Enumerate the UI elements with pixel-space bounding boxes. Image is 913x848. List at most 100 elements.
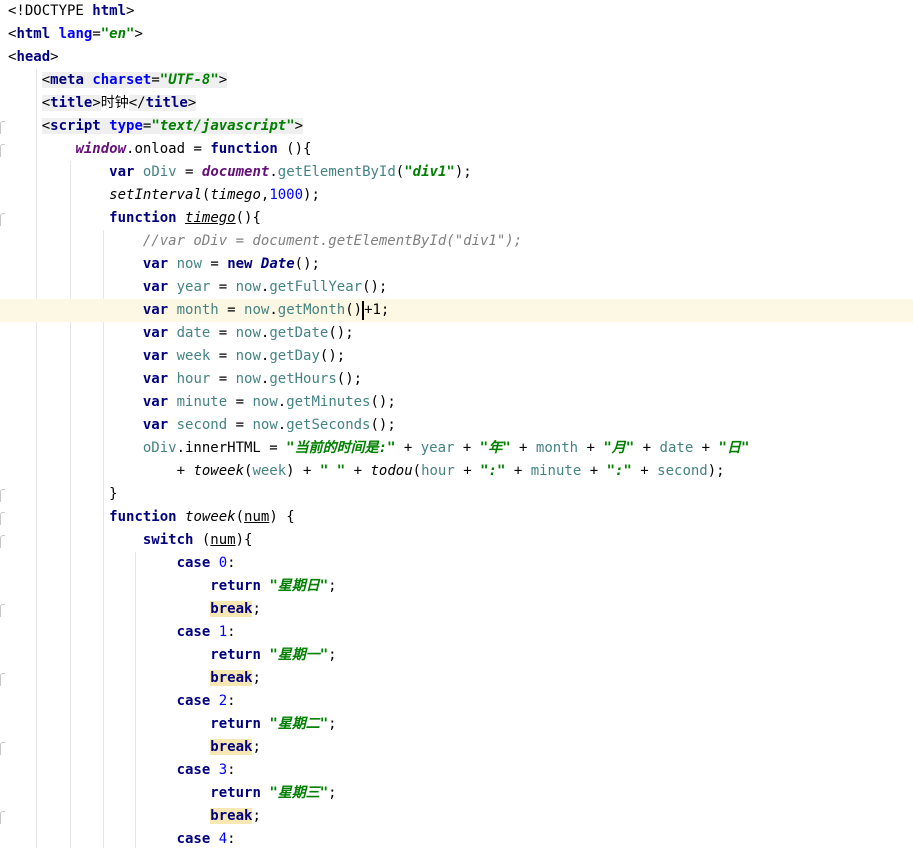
code-token: case xyxy=(176,762,211,778)
code-line[interactable]: return "星期三"; xyxy=(0,782,913,805)
code-token: var xyxy=(142,348,169,364)
code-line[interactable]: var minute = now.getMinutes(); xyxy=(0,391,913,414)
code-text: + toweek(week) + " " + todou(hour + ":" … xyxy=(8,460,725,483)
code-token: html xyxy=(16,26,51,42)
code-token: getHours xyxy=(269,371,337,387)
code-token: type xyxy=(109,118,143,134)
code-text: var week = now.getDay(); xyxy=(8,345,345,368)
code-line[interactable]: oDiv.innerHTML = "当前的时间是:" + year + "年" … xyxy=(0,437,913,460)
fold-marker-icon[interactable] xyxy=(0,489,5,502)
fold-marker-icon[interactable] xyxy=(0,811,5,824)
code-token: oDiv xyxy=(142,164,177,180)
code-line[interactable]: <meta charset="UTF-8"> xyxy=(0,69,913,92)
code-line[interactable]: <html lang="en"> xyxy=(0,23,913,46)
fold-marker-icon[interactable] xyxy=(0,604,5,617)
code-token: 时钟 xyxy=(100,95,129,111)
code-line[interactable]: var second = now.getSeconds(); xyxy=(0,414,913,437)
code-token: title xyxy=(50,95,93,111)
code-line[interactable]: switch (num){ xyxy=(0,529,913,552)
code-token: todou xyxy=(370,463,413,479)
code-text: var date = now.getDate(); xyxy=(8,322,354,345)
code-text: //var oDiv = document.getElementById("di… xyxy=(8,230,522,253)
code-line[interactable]: var hour = now.getHours(); xyxy=(0,368,913,391)
code-line[interactable]: + toweek(week) + " " + todou(hour + ":" … xyxy=(0,460,913,483)
code-token: ); xyxy=(707,463,725,479)
code-text: var minute = now.getMinutes(); xyxy=(8,391,396,414)
code-line[interactable]: <title>时钟</title> xyxy=(0,92,913,115)
code-line[interactable]: function timego(){ xyxy=(0,207,913,230)
code-line[interactable]: <script type="text/javascript"> xyxy=(0,115,913,138)
code-line[interactable]: function toweek(num) { xyxy=(0,506,913,529)
code-token: ); xyxy=(303,187,320,203)
fold-marker-icon[interactable] xyxy=(0,121,5,134)
code-line[interactable]: } xyxy=(0,483,913,506)
code-token: . xyxy=(277,417,287,433)
fold-marker-icon[interactable] xyxy=(0,673,5,686)
code-token: (); xyxy=(319,348,346,364)
code-line[interactable]: return "星期日"; xyxy=(0,575,913,598)
code-line[interactable]: <head> xyxy=(0,46,913,69)
code-editor[interactable]: <!DOCTYPE html> <html lang="en"> <head> <m… xyxy=(0,0,913,848)
code-line[interactable]: case 0: xyxy=(0,552,913,575)
code-line[interactable]: break; xyxy=(0,736,913,759)
code-line[interactable]: break; xyxy=(0,805,913,828)
code-token: = xyxy=(227,417,253,433)
code-line[interactable]: var year = now.getFullYear(); xyxy=(0,276,913,299)
code-text: case 3: xyxy=(8,759,236,782)
code-line[interactable]: break; xyxy=(0,598,913,621)
code-token: + xyxy=(454,463,481,479)
code-token: "div1" xyxy=(404,164,455,180)
code-token: setInterval xyxy=(109,187,202,203)
code-line[interactable]: case 3: xyxy=(0,759,913,782)
code-line[interactable]: //var oDiv = document.getElementById("di… xyxy=(0,230,913,253)
code-token: function xyxy=(109,210,177,226)
code-line[interactable]: var oDiv = document.getElementById("div1… xyxy=(0,161,913,184)
fold-marker-icon[interactable] xyxy=(0,512,5,525)
code-token: toweek xyxy=(193,463,245,479)
fold-marker-icon[interactable] xyxy=(0,213,5,226)
code-line[interactable]: case 4: xyxy=(0,828,913,848)
code-line[interactable]: case 2: xyxy=(0,690,913,713)
code-token: meta xyxy=(50,72,84,88)
code-line[interactable]: return "星期一"; xyxy=(0,644,913,667)
code-text: <html lang="en"> xyxy=(8,23,143,46)
code-token: ; xyxy=(328,647,337,663)
code-token: = xyxy=(210,279,236,295)
code-line[interactable]: setInterval(timego,1000); xyxy=(0,184,913,207)
code-token: > xyxy=(187,95,197,111)
code-token: ; xyxy=(252,808,261,824)
code-token: ; xyxy=(252,739,261,755)
fold-marker-icon[interactable] xyxy=(0,535,5,548)
code-line[interactable]: var week = now.getDay(); xyxy=(0,345,913,368)
code-line[interactable]: case 1: xyxy=(0,621,913,644)
code-line[interactable]: window.onload = function (){ xyxy=(0,138,913,161)
fold-marker-icon[interactable] xyxy=(0,144,5,157)
code-line[interactable]: <!DOCTYPE html> xyxy=(0,0,913,23)
code-token: </ xyxy=(128,95,146,111)
code-token: (); xyxy=(294,256,320,272)
code-token: new xyxy=(227,256,253,272)
code-token: title xyxy=(145,95,188,111)
code-line[interactable]: return "星期二"; xyxy=(0,713,913,736)
code-line[interactable]: var month = now.getMonth() +1; xyxy=(0,299,913,322)
code-text: case 4: xyxy=(8,828,236,848)
code-line[interactable]: var date = now.getDate(); xyxy=(0,322,913,345)
code-line[interactable]: var now = new Date(); xyxy=(0,253,913,276)
code-text: <head> xyxy=(8,46,59,69)
code-token: getMonth xyxy=(277,302,346,318)
code-token: var xyxy=(142,417,169,433)
code-line[interactable]: break; xyxy=(0,667,913,690)
code-token: minute xyxy=(176,394,228,410)
fold-marker-icon[interactable] xyxy=(0,742,5,755)
